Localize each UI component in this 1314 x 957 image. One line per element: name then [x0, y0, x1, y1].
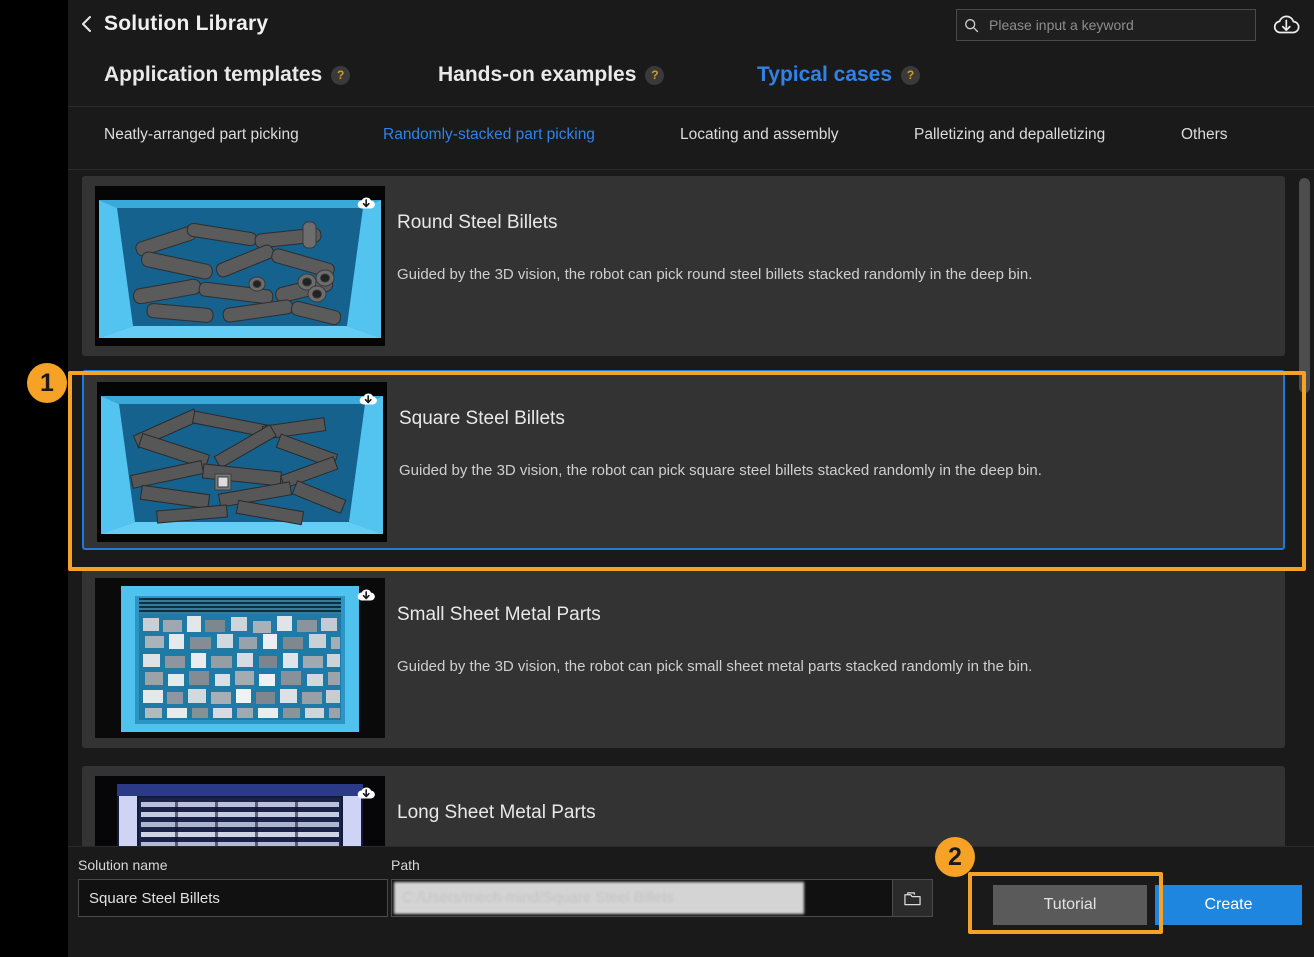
tutorial-button[interactable]: Tutorial: [993, 885, 1147, 925]
solution-name-label: Solution name: [78, 857, 168, 873]
sub-tab-randomly-stacked-part-picking[interactable]: Randomly-stacked part picking: [383, 126, 595, 144]
list-scrollbar-track[interactable]: [1299, 178, 1310, 838]
bottom-action-bar: Solution name Path C:/Users/mech-mind/Sq…: [68, 846, 1314, 957]
path-input[interactable]: C:/Users/mech-mind/Square Steel Billets: [391, 879, 904, 917]
list-scrollbar-thumb[interactable]: [1299, 178, 1310, 393]
search-box[interactable]: [956, 9, 1256, 41]
main-tab-bar: Application templates ? Hands-on example…: [68, 52, 1314, 107]
solution-name-input[interactable]: [78, 879, 388, 917]
card-download-icon[interactable]: [355, 782, 377, 802]
help-icon[interactable]: ?: [331, 65, 351, 85]
card-description: Guided by the 3D vision, the robot can p…: [397, 658, 1033, 675]
card-title: Small Sheet Metal Parts: [397, 604, 601, 625]
tab-typical-cases[interactable]: Typical cases ?: [757, 63, 921, 87]
solution-card-small-sheet-metal-parts[interactable]: Small Sheet Metal Parts Guided by the 3D…: [82, 568, 1285, 748]
card-download-icon[interactable]: [355, 584, 377, 604]
screenshot-root: Solution Library Please input a keyword …: [0, 0, 1314, 957]
sub-tab-others[interactable]: Others: [1181, 126, 1228, 144]
folder-icon[interactable]: [892, 879, 933, 917]
sub-tab-locating-and-assembly[interactable]: Locating and assembly: [680, 126, 839, 144]
sub-tab-bar: Neatly-arranged part picking Randomly-st…: [68, 107, 1314, 170]
solution-thumbnail: [95, 186, 385, 346]
card-description: Guided by the 3D vision, the robot can p…: [397, 266, 1033, 283]
create-button[interactable]: Create: [1155, 885, 1302, 925]
annotation-badge-1: 1: [27, 363, 67, 403]
search-icon: [957, 10, 985, 40]
card-download-icon[interactable]: [355, 192, 377, 212]
sub-tab-palletizing-and-depalletizing[interactable]: Palletizing and depalletizing: [914, 126, 1105, 144]
solution-list: Round Steel Billets Guided by the 3D vis…: [68, 170, 1314, 855]
card-title: Long Sheet Metal Parts: [397, 802, 596, 823]
search-input[interactable]: [985, 11, 1255, 39]
solution-thumbnail: [97, 382, 387, 542]
solution-library-window: Solution Library Please input a keyword …: [68, 0, 1314, 957]
cloud-download-icon[interactable]: [1269, 8, 1303, 42]
back-chevron-icon[interactable]: [76, 14, 98, 38]
sub-tab-neatly-arranged-part-picking[interactable]: Neatly-arranged part picking: [104, 126, 299, 144]
solution-card-square-steel-billets[interactable]: Square Steel Billets Guided by the 3D vi…: [82, 370, 1285, 550]
page-title: Solution Library: [104, 12, 269, 35]
help-icon[interactable]: ?: [645, 65, 665, 85]
card-title: Square Steel Billets: [399, 408, 565, 429]
solution-card-round-steel-billets[interactable]: Round Steel Billets Guided by the 3D vis…: [82, 176, 1285, 356]
tab-hands-on-examples[interactable]: Hands-on examples ?: [438, 63, 665, 87]
tab-label: Typical cases: [757, 63, 893, 86]
solution-thumbnail: [95, 776, 385, 855]
solution-card-long-sheet-metal-parts[interactable]: Long Sheet Metal Parts: [82, 766, 1285, 855]
solution-thumbnail: [95, 578, 385, 738]
path-label: Path: [391, 857, 420, 873]
header: Solution Library: [68, 0, 1314, 52]
tab-label: Hands-on examples: [438, 63, 637, 86]
tab-application-templates[interactable]: Application templates ?: [104, 63, 351, 87]
card-download-icon[interactable]: [357, 388, 379, 408]
card-title: Round Steel Billets: [397, 212, 558, 233]
card-description: Guided by the 3D vision, the robot can p…: [399, 462, 1042, 479]
tab-label: Application templates: [104, 63, 323, 86]
help-icon[interactable]: ?: [901, 65, 921, 85]
path-value: C:/Users/mech-mind/Square Steel Billets: [394, 882, 804, 914]
